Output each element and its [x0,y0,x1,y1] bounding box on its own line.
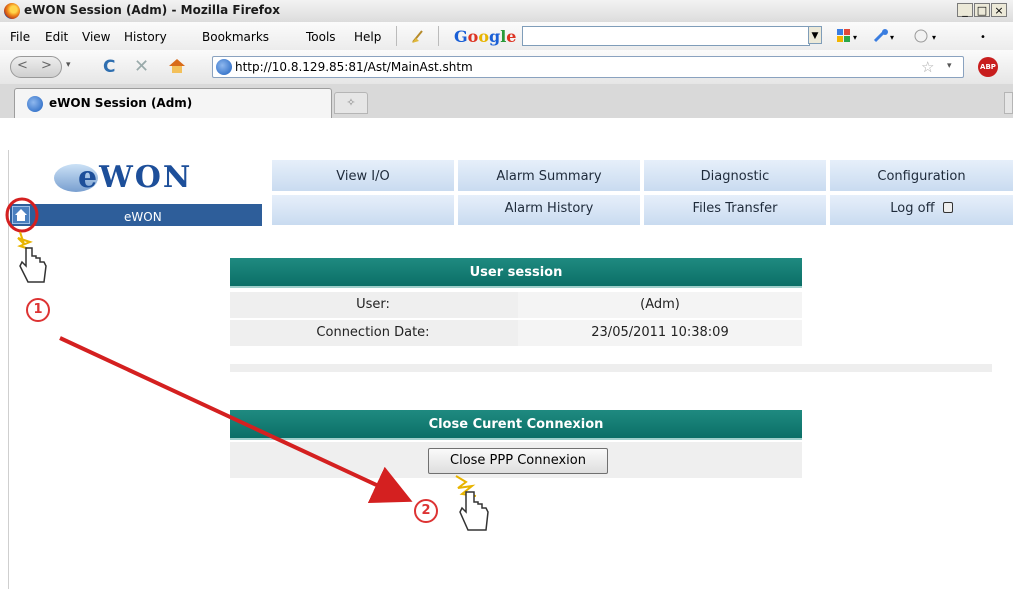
pointer-hand-icon-1 [19,247,47,283]
annotation-arrow [59,336,413,504]
step-marker-1: 1 [26,298,50,322]
home-highlight-circle [5,197,39,233]
annotation-overlay [5,197,489,531]
step-marker-2: 2 [414,499,438,523]
pointer-hand-icon-2 [459,491,489,531]
